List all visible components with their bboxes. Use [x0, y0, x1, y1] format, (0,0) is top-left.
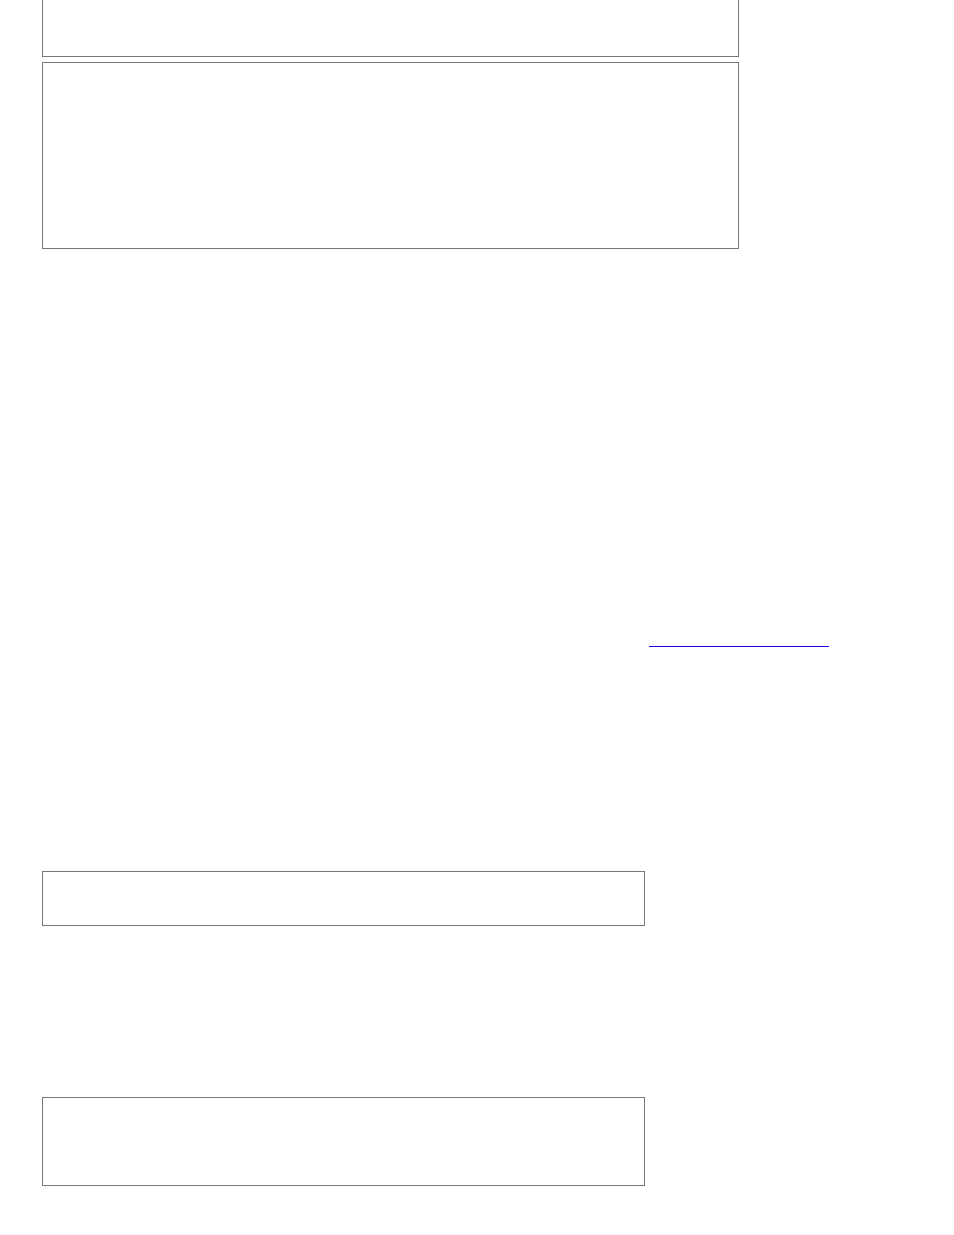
blue-underline	[649, 646, 829, 647]
box-mid	[42, 871, 645, 926]
box-bottom	[42, 1097, 645, 1186]
box-small-top	[42, 0, 739, 57]
box-large-top	[42, 62, 739, 249]
